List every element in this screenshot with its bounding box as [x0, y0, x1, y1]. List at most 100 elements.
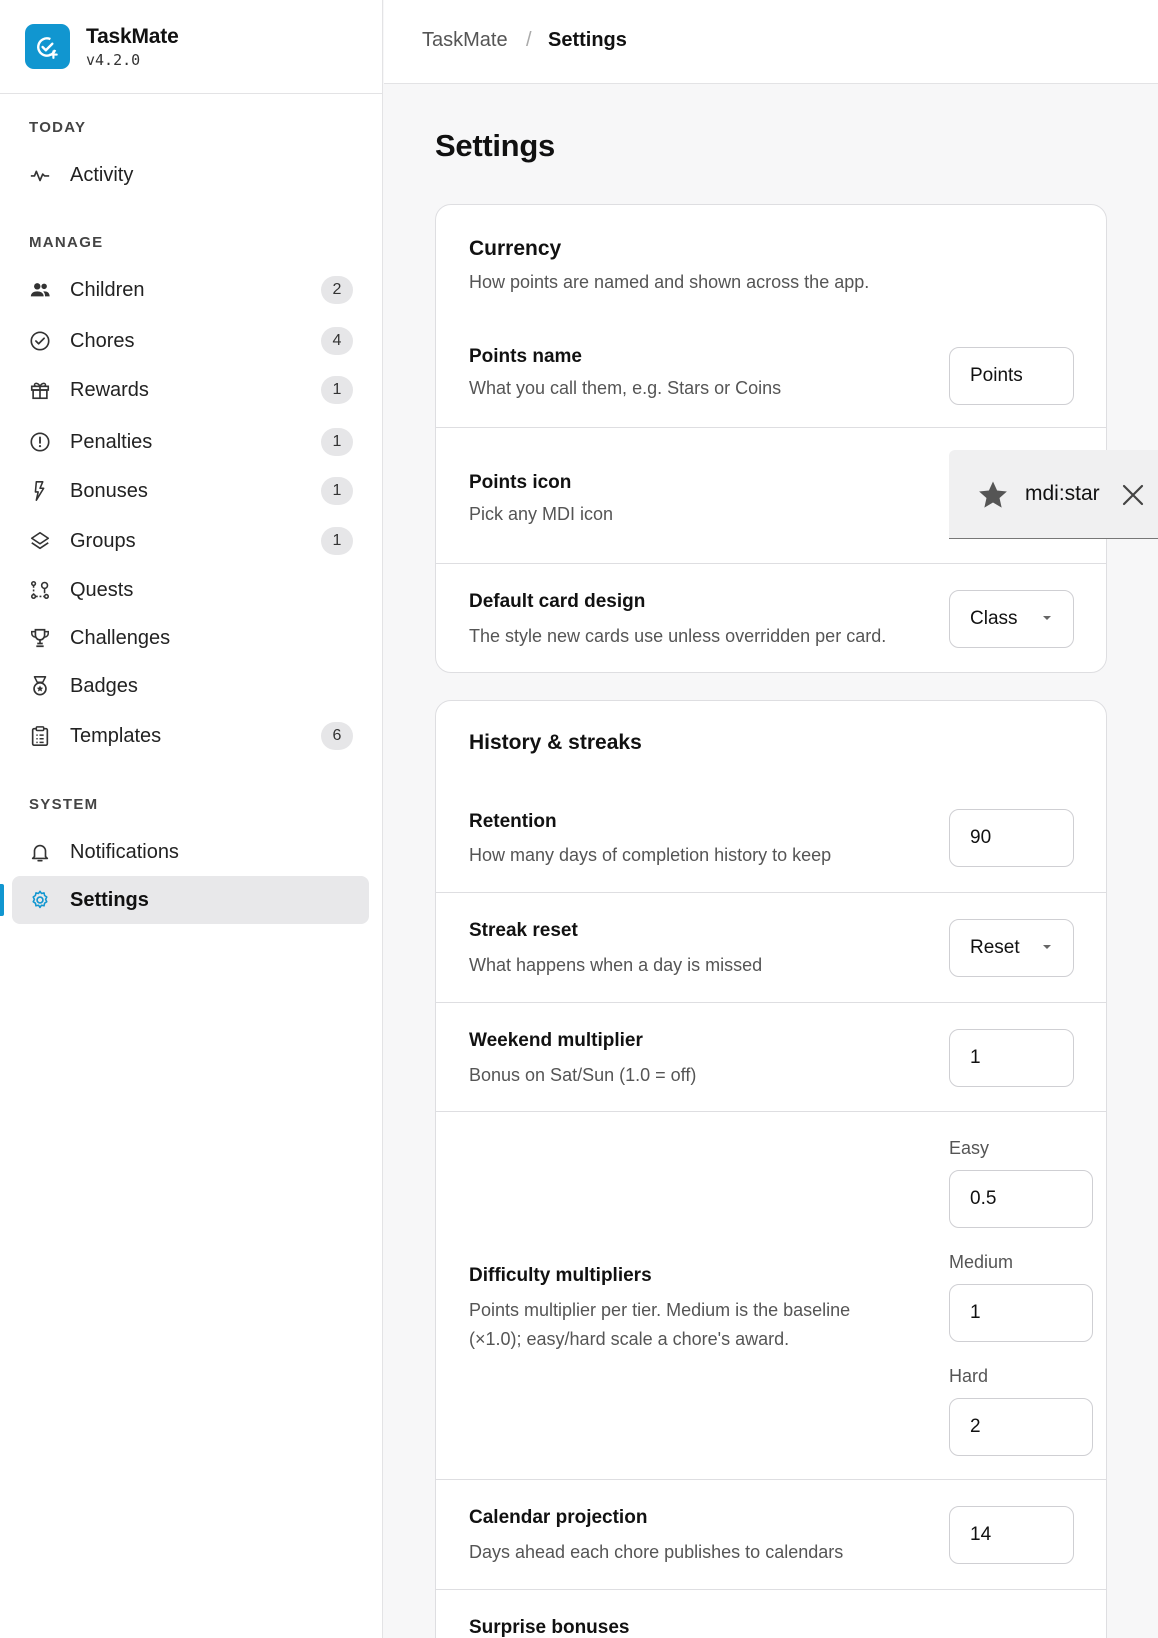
- setting-description: What happens when a day is missed: [469, 955, 763, 975]
- setting-label: Calendar projection: [469, 1507, 648, 1528]
- count-badge: 1: [321, 376, 353, 404]
- sidebar-item-label: Rewards: [70, 378, 149, 401]
- calendar-projection-input[interactable]: 14: [949, 1506, 1074, 1564]
- bell-icon: [29, 841, 51, 863]
- sidebar-item-children[interactable]: Children 2: [12, 266, 369, 314]
- sidebar-item-notifications[interactable]: Notifications: [12, 828, 369, 876]
- tier-label-medium: Medium: [949, 1252, 1014, 1272]
- streak-reset-select[interactable]: Reset: [949, 919, 1074, 977]
- tier-label-easy: Easy: [949, 1138, 990, 1158]
- setting-description: The style new cards use unless overridde…: [469, 626, 887, 646]
- count-badge: 1: [321, 527, 353, 555]
- select-value: Class: [970, 608, 1018, 629]
- sidebar-item-penalties[interactable]: Penalties 1: [12, 418, 369, 466]
- top-bar: TaskMate / Settings: [384, 0, 1158, 84]
- section-title-today: TODAY: [29, 119, 87, 136]
- setting-label: Default card design: [469, 591, 646, 612]
- active-indicator: [0, 884, 4, 916]
- setting-label: Difficulty multipliers: [469, 1265, 652, 1286]
- setting-row-streak-reset: Streak reset What happens when a day is …: [436, 892, 1106, 1002]
- setting-row-points-name: Points name What you call them, e.g. Sta…: [436, 317, 1106, 431]
- sidebar: TaskMate v4.2.0 TODAY Activity MANAGE Ch…: [0, 0, 383, 1638]
- easy-multiplier-input[interactable]: 0.5: [949, 1170, 1093, 1228]
- setting-label: Weekend multiplier: [469, 1030, 643, 1051]
- sidebar-item-label: Activity: [70, 163, 134, 186]
- sidebar-item-bonuses[interactable]: Bonuses 1: [12, 467, 369, 515]
- sidebar-item-rewards[interactable]: Rewards 1: [12, 366, 369, 414]
- setting-description: Pick any MDI icon: [469, 504, 614, 524]
- sidebar-item-label: Templates: [70, 724, 162, 747]
- breadcrumb-current: Settings: [548, 29, 627, 51]
- setting-row-surprise: Surprise bonuses: [436, 1589, 1106, 1638]
- tier-label-hard: Hard: [949, 1366, 989, 1386]
- alert-circle-icon: [29, 431, 51, 453]
- quest-path-icon: [29, 579, 51, 601]
- sidebar-item-label: Notifications: [70, 840, 179, 863]
- card-subtitle: How points are named and shown across th…: [469, 272, 870, 292]
- star-icon: [979, 481, 1007, 508]
- setting-description: Points multiplier per tier. Medium is th…: [469, 1300, 851, 1320]
- section-title-system: SYSTEM: [29, 796, 99, 813]
- sidebar-item-activity[interactable]: Activity: [12, 151, 369, 199]
- retention-input[interactable]: 90: [949, 809, 1074, 867]
- page-title: Settings: [435, 128, 555, 163]
- setting-row-calendar: Calendar projection Days ahead each chor…: [436, 1479, 1106, 1589]
- breadcrumb-root[interactable]: TaskMate: [422, 29, 508, 52]
- setting-description: Days ahead each chore publishes to calen…: [469, 1542, 844, 1562]
- setting-row-retention: Retention How many days of completion hi…: [436, 791, 1106, 893]
- sidebar-item-label: Chores: [70, 329, 135, 352]
- hard-multiplier-input[interactable]: 2: [949, 1398, 1093, 1456]
- history-card: History & streaks Retention How many day…: [435, 700, 1107, 1638]
- clipboard-list-icon: [29, 725, 51, 747]
- medium-multiplier-input[interactable]: 1: [949, 1284, 1093, 1342]
- medal-icon: [29, 675, 51, 697]
- section-title-manage: MANAGE: [29, 234, 104, 251]
- card-title: History & streaks: [469, 731, 642, 754]
- card-title: Currency: [469, 237, 562, 260]
- activity-icon: [29, 164, 51, 186]
- setting-description: How many days of completion history to k…: [469, 845, 832, 865]
- count-badge: 6: [321, 722, 353, 750]
- setting-row-card-design: Default card design The style new cards …: [436, 563, 1106, 673]
- setting-label: Surprise bonuses: [469, 1617, 630, 1638]
- sidebar-item-badges[interactable]: Badges: [12, 662, 369, 710]
- points-name-input[interactable]: Points: [949, 347, 1074, 405]
- card-design-select[interactable]: Class: [949, 590, 1074, 648]
- sidebar-item-label: Badges: [70, 674, 138, 697]
- count-badge: 1: [321, 477, 353, 505]
- layers-icon: [29, 530, 51, 552]
- close-icon[interactable]: [1121, 483, 1145, 507]
- sidebar-item-quests[interactable]: Quests: [12, 566, 369, 614]
- gift-icon: [29, 379, 51, 401]
- sidebar-item-label: Challenges: [70, 626, 171, 649]
- trophy-icon: [29, 627, 51, 649]
- gear-icon: [29, 889, 51, 911]
- setting-description: (×1.0); easy/hard scale a chore's award.: [469, 1329, 790, 1349]
- sidebar-item-label: Children: [70, 278, 145, 301]
- breadcrumb-separator: /: [526, 29, 532, 51]
- setting-description: What you call them, e.g. Stars or Coins: [469, 378, 782, 398]
- count-badge: 4: [321, 327, 353, 355]
- select-value: Reset: [970, 937, 1020, 958]
- setting-label: Streak reset: [469, 920, 578, 941]
- count-badge: 2: [321, 276, 353, 304]
- sidebar-item-settings[interactable]: Settings: [12, 876, 369, 924]
- sidebar-item-templates[interactable]: Templates 6: [12, 712, 369, 760]
- points-icon-picker[interactable]: mdi:star: [949, 450, 1158, 539]
- chevron-down-icon: [1043, 945, 1051, 949]
- count-badge: 1: [321, 428, 353, 456]
- lightning-icon: [29, 480, 51, 502]
- app-name: TaskMate: [86, 24, 179, 48]
- app-version: v4.2.0: [86, 50, 141, 69]
- sidebar-item-label: Groups: [70, 529, 136, 552]
- sidebar-item-label: Penalties: [70, 430, 153, 453]
- chevron-down-icon: [1043, 616, 1051, 620]
- check-circle-icon: [29, 330, 51, 352]
- brand[interactable]: TaskMate v4.2.0: [0, 0, 382, 94]
- setting-label: Points name: [469, 346, 582, 367]
- sidebar-item-groups[interactable]: Groups 1: [12, 517, 369, 565]
- sidebar-item-label: Bonuses: [70, 479, 148, 502]
- weekend-multiplier-input[interactable]: 1: [949, 1029, 1074, 1087]
- sidebar-item-challenges[interactable]: Challenges: [12, 614, 369, 662]
- sidebar-item-chores[interactable]: Chores 4: [12, 317, 369, 365]
